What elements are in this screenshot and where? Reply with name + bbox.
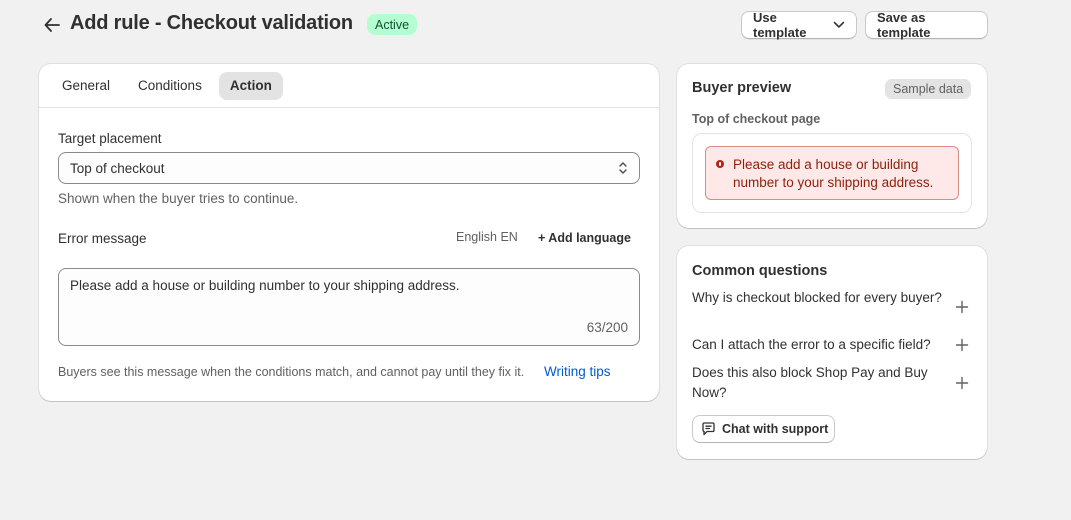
buyer-preview-card: Buyer preview Sample data Top of checkou… — [677, 64, 987, 228]
target-placement-value: Top of checkout — [70, 160, 165, 176]
save-as-template-button[interactable]: Save as template — [865, 10, 988, 40]
writing-tips-link[interactable]: Writing tips — [544, 364, 611, 379]
alert-dot-icon — [716, 160, 724, 168]
common-questions-title: Common questions — [692, 263, 828, 279]
sample-data-badge: Sample data — [885, 79, 972, 99]
character-count: 63/200 — [586, 320, 628, 335]
preview-placement-label: Top of checkout page — [692, 112, 821, 126]
chat-with-support-button[interactable]: Chat with support — [692, 415, 835, 443]
chat-with-support-label: Chat with support — [722, 422, 829, 436]
faq-item-attach-to-field[interactable]: Can I attach the error to a specific fie… — [692, 335, 977, 355]
back-button[interactable] — [40, 14, 64, 36]
faq-item-shop-pay-buy-now[interactable]: Does this also block Shop Pay and Buy No… — [692, 363, 977, 403]
plus-icon — [955, 376, 969, 390]
arrow-left-icon — [44, 18, 60, 32]
chat-bubble-icon — [702, 422, 715, 436]
chevron-down-icon — [833, 21, 845, 28]
plus-icon — [955, 300, 969, 314]
faq-question: Does this also block Shop Pay and Buy No… — [692, 365, 928, 400]
preview-error-text: Please add a house or building number to… — [733, 157, 934, 190]
save-as-template-label: Save as template — [877, 10, 931, 40]
plus-icon — [955, 338, 969, 352]
buyer-preview-title: Buyer preview — [692, 80, 792, 96]
tab-bar: General Conditions Action — [39, 64, 659, 108]
target-placement-select[interactable]: Top of checkout — [58, 152, 640, 184]
faq-question: Why is checkout blocked for every buyer? — [692, 290, 942, 305]
use-template-label: Use template — [753, 10, 807, 40]
target-placement-help: Shown when the buyer tries to continue. — [58, 191, 299, 206]
page-title: Add rule - Checkout validation — [70, 12, 353, 34]
error-message-value: Please add a house or building number to… — [70, 278, 460, 293]
rule-editor-card: General Conditions Action Target placeme… — [39, 64, 659, 401]
status-badge: Active — [367, 14, 418, 35]
tab-conditions[interactable]: Conditions — [127, 72, 213, 100]
error-message-help: Buyers see this message when the conditi… — [58, 365, 525, 379]
error-message-label: Error message — [58, 231, 147, 246]
error-message-input[interactable]: Please add a house or building number to… — [58, 268, 640, 346]
faq-question: Can I attach the error to a specific fie… — [692, 337, 931, 352]
language-label: English EN — [456, 230, 518, 244]
common-questions-card: Common questions Why is checkout blocked… — [677, 246, 987, 459]
select-chevrons-icon — [619, 162, 627, 174]
use-template-button[interactable]: Use template — [741, 10, 857, 40]
target-placement-label: Target placement — [58, 131, 162, 146]
preview-frame: Please add a house or building number to… — [692, 133, 972, 213]
faq-item-blocked-for-every-buyer[interactable]: Why is checkout blocked for every buyer? — [692, 288, 977, 328]
add-language-button[interactable]: + Add language — [532, 227, 637, 249]
tab-action[interactable]: Action — [218, 71, 283, 100]
preview-error-banner: Please add a house or building number to… — [705, 146, 959, 200]
tab-general[interactable]: General — [51, 72, 121, 100]
